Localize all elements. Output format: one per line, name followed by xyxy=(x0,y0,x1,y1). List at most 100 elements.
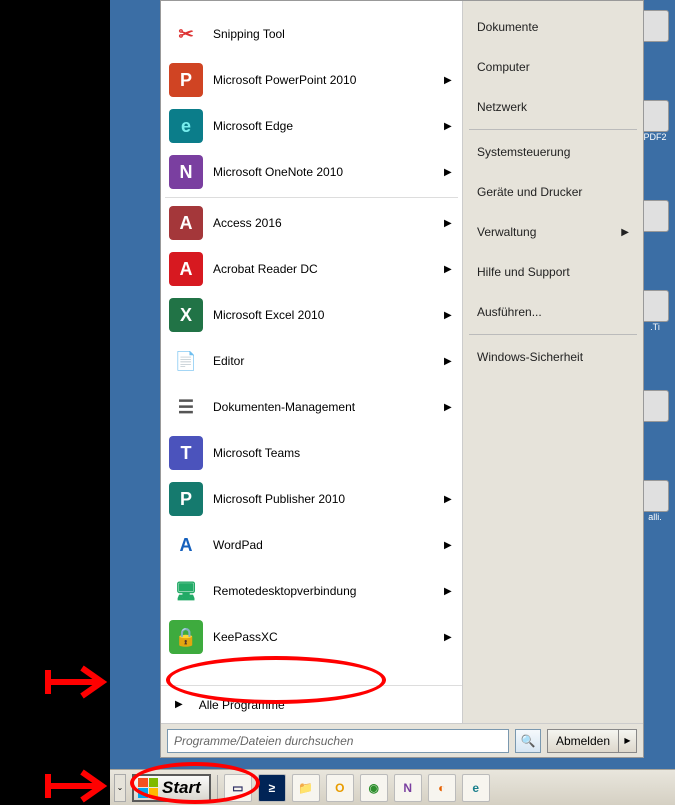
desktop-area: PDF2.Tialli. ✂Snipping ToolPMicrosoft Po… xyxy=(110,0,675,805)
logout-button[interactable]: Abmelden xyxy=(547,729,619,753)
program-item-keepassxc[interactable]: 🔒KeePassXC▶ xyxy=(161,614,462,660)
chevron-right-icon: ▶ xyxy=(444,75,454,86)
program-item-clipped[interactable] xyxy=(161,1,462,11)
program-label: WordPad xyxy=(213,538,444,552)
acrobat-icon: A xyxy=(169,252,203,286)
app-icon: O xyxy=(335,781,344,795)
search-input[interactable]: Programme/Dateien durchsuchen xyxy=(167,729,509,753)
program-label: Microsoft OneNote 2010 xyxy=(213,165,444,179)
start-button[interactable]: Start xyxy=(132,774,211,802)
right-item-hilfe[interactable]: Hilfe und Support xyxy=(463,252,643,292)
excel-icon: X xyxy=(169,298,203,332)
taskbar: ⌄ Start ▭ ≥ 📁 O ◉ N ◐ e xyxy=(110,769,675,805)
right-item-verwaltung[interactable]: Verwaltung▶ xyxy=(463,212,643,252)
tb-powershell[interactable]: ≥ xyxy=(258,774,286,802)
right-item-label: Netzwerk xyxy=(477,100,527,114)
chevron-right-icon: ▶ xyxy=(444,494,454,505)
all-programs-item[interactable]: ▶ Alle Programme xyxy=(161,685,462,723)
separator xyxy=(469,334,637,335)
chevron-right-icon: ▶ xyxy=(444,310,454,321)
program-item-snipping-tool[interactable]: ✂Snipping Tool xyxy=(161,11,462,57)
wordpad-icon: A xyxy=(169,528,203,562)
program-label: Microsoft Excel 2010 xyxy=(213,308,444,322)
program-item-excel[interactable]: X Microsoft Excel 2010▶ xyxy=(161,292,462,338)
taskbar-divider xyxy=(217,775,218,801)
app-icon: ◐ xyxy=(438,781,445,795)
access-icon: A xyxy=(169,206,203,240)
logout-label: Abmelden xyxy=(556,734,610,748)
start-menu-left-pane: ✂Snipping ToolPMicrosoft PowerPoint 2010… xyxy=(161,1,463,723)
program-item-publisher[interactable]: PMicrosoft Publisher 2010▶ xyxy=(161,476,462,522)
right-item-label: Dokumente xyxy=(477,20,538,34)
program-item-wordpad[interactable]: AWordPad▶ xyxy=(161,522,462,568)
program-label: Microsoft Publisher 2010 xyxy=(213,492,444,506)
right-item-label: Windows-Sicherheit xyxy=(477,350,583,364)
program-label: Dokumenten-Management xyxy=(213,400,444,414)
program-label: Acrobat Reader DC xyxy=(213,262,444,276)
right-item-label: Systemsteuerung xyxy=(477,145,570,159)
search-button[interactable]: 🔍 xyxy=(515,729,541,753)
editor-icon: 📄 xyxy=(169,344,203,378)
program-item-editor[interactable]: 📄Editor▶ xyxy=(161,338,462,384)
logout-options-button[interactable]: ▶ xyxy=(619,729,637,753)
chevron-right-icon: ▶ xyxy=(444,632,454,643)
tb-desktop[interactable]: ▭ xyxy=(224,774,252,802)
program-item-edge[interactable]: e Microsoft Edge▶ xyxy=(161,103,462,149)
powerpoint-icon: P xyxy=(169,63,203,97)
page-margin xyxy=(0,0,110,805)
chevron-right-icon: ▶ xyxy=(444,402,454,413)
tb-outlook[interactable]: O xyxy=(326,774,354,802)
tb-explorer[interactable]: 📁 xyxy=(292,774,320,802)
teams-icon: T xyxy=(169,436,203,470)
search-icon: 🔍 xyxy=(520,734,535,748)
program-item-acrobat[interactable]: AAcrobat Reader DC▶ xyxy=(161,246,462,292)
app-icon: ▭ xyxy=(232,781,243,795)
chevron-right-icon: ▶ xyxy=(444,356,454,367)
taskbar-expand-button[interactable]: ⌄ xyxy=(114,774,126,802)
chevron-right-icon: ▶ xyxy=(444,121,454,132)
right-item-systemsteuerung[interactable]: Systemsteuerung xyxy=(463,132,643,172)
program-label: Microsoft Edge xyxy=(213,119,444,133)
right-item-computer[interactable]: Computer xyxy=(463,47,643,87)
search-placeholder: Programme/Dateien durchsuchen xyxy=(174,734,353,748)
chevron-right-icon: ▶ xyxy=(444,586,454,597)
onenote-icon: N xyxy=(169,155,203,189)
program-item-dokman[interactable]: ☰ Dokumenten-Management▶ xyxy=(161,384,462,430)
program-list: ✂Snipping ToolPMicrosoft PowerPoint 2010… xyxy=(161,1,462,685)
app-icon: ≥ xyxy=(268,781,275,795)
program-label: Remotedesktopverbindung xyxy=(213,584,444,598)
windows-logo-icon xyxy=(138,778,158,798)
edge-icon: e xyxy=(169,109,203,143)
tb-chrome[interactable]: ◉ xyxy=(360,774,388,802)
program-item-powerpoint[interactable]: PMicrosoft PowerPoint 2010▶ xyxy=(161,57,462,103)
program-label: Microsoft Teams xyxy=(213,446,444,460)
right-item-label: Computer xyxy=(477,60,530,74)
rdp-icon: 🖥 xyxy=(169,574,203,608)
right-item-ausfuehren[interactable]: Ausführen... xyxy=(463,292,643,332)
program-item-teams[interactable]: T Microsoft Teams xyxy=(161,430,462,476)
separator xyxy=(469,129,637,130)
tb-onenote[interactable]: N xyxy=(394,774,422,802)
program-item-rdp[interactable]: 🖥 Remotedesktopverbindung▶ xyxy=(161,568,462,614)
program-label: Access 2016 xyxy=(213,216,444,230)
program-item-onenote[interactable]: N Microsoft OneNote 2010▶ xyxy=(161,149,462,195)
right-item-label: Ausführen... xyxy=(477,305,542,319)
right-item-winsicherheit[interactable]: Windows-Sicherheit xyxy=(463,337,643,377)
program-item-access[interactable]: AAccess 2016▶ xyxy=(161,200,462,246)
right-item-label: Geräte und Drucker xyxy=(477,185,582,199)
app-icon: 📁 xyxy=(298,781,313,795)
dokman-icon: ☰ xyxy=(169,390,203,424)
start-button-label: Start xyxy=(162,778,201,798)
program-label: Snipping Tool xyxy=(213,27,444,41)
chevron-right-icon: ▶ xyxy=(175,699,183,710)
right-item-geraete[interactable]: Geräte und Drucker xyxy=(463,172,643,212)
right-item-dokumente[interactable]: Dokumente xyxy=(463,7,643,47)
tb-edge[interactable]: e xyxy=(462,774,490,802)
right-item-netzwerk[interactable]: Netzwerk xyxy=(463,87,643,127)
right-item-label: Hilfe und Support xyxy=(477,265,570,279)
app-icon: e xyxy=(472,781,479,795)
app-icon: N xyxy=(403,781,412,795)
tb-firefox[interactable]: ◐ xyxy=(428,774,456,802)
right-item-label: Verwaltung xyxy=(477,225,536,239)
chevron-right-icon: ▶ xyxy=(444,167,454,178)
